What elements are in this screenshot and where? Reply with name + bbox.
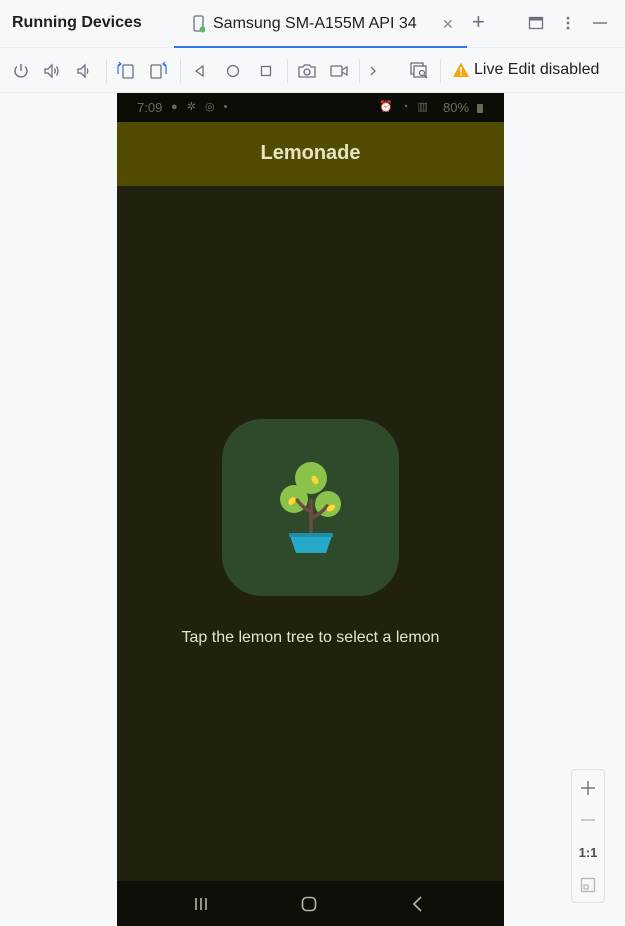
toolbar-divider (359, 59, 360, 83)
back-icon[interactable] (403, 889, 433, 919)
device-toolbar: Live Edit disabled (0, 49, 625, 93)
tool-window-header: Running Devices Samsung SM-A155M API 34 … (0, 0, 625, 48)
phone-icon (193, 15, 205, 33)
app-title: Lemonade (260, 142, 361, 164)
recents-icon[interactable] (186, 889, 216, 919)
battery-level: 80% (443, 100, 470, 115)
app-content: Tap the lemon tree to select a lemon (117, 186, 504, 881)
close-icon[interactable]: ✕ (442, 16, 454, 33)
rotate-right-icon[interactable] (147, 60, 169, 82)
zoom-out-icon[interactable] (572, 804, 604, 836)
volume-up-icon[interactable] (41, 60, 63, 82)
layout-inspector-icon[interactable] (408, 60, 430, 82)
status-bar: 7:09 ● ✲ ◎ • ⏰ ◔ ▥ 80% (117, 93, 504, 122)
lemon-tree-icon (279, 461, 341, 553)
zoom-in-icon[interactable] (572, 772, 604, 804)
back-icon[interactable] (189, 60, 211, 82)
panel-title: Running Devices (12, 14, 142, 31)
live-edit-label: Live Edit disabled (474, 61, 600, 78)
home-icon[interactable] (294, 889, 324, 919)
minimize-icon[interactable] (589, 12, 611, 34)
system-icons: ⏰ ◔ ▥ (379, 101, 431, 113)
power-icon[interactable] (10, 60, 32, 82)
notification-icons: ● ✲ ◎ • (171, 101, 231, 113)
toolbar-divider (180, 59, 181, 83)
zoom-fit-icon[interactable] (572, 869, 604, 901)
status-time: 7:09 (137, 100, 163, 115)
toolbar-divider (106, 59, 107, 83)
more-options-icon[interactable] (557, 12, 579, 34)
navigation-bar (117, 881, 504, 926)
restore-window-icon[interactable] (525, 12, 547, 34)
add-tab-icon[interactable]: + (472, 11, 485, 33)
battery-icon (477, 104, 483, 113)
device-screen[interactable]: 7:09 ● ✲ ◎ • ⏰ ◔ ▥ 80% Lemonade Tap the … (117, 93, 504, 926)
more-actions-icon[interactable] (362, 60, 384, 82)
rotate-left-icon[interactable] (115, 60, 137, 82)
zoom-actual-size-button[interactable]: 1:1 (572, 836, 604, 868)
tab-device[interactable]: Samsung SM-A155M API 34 ✕ (174, 0, 467, 48)
instruction-text: Tap the lemon tree to select a lemon (181, 629, 440, 646)
toolbar-divider (440, 59, 441, 83)
toolbar-divider (287, 59, 288, 83)
volume-down-icon[interactable] (72, 60, 94, 82)
zoom-controls: 1:1 (571, 769, 605, 903)
lemon-tree-button[interactable] (222, 419, 399, 596)
screenshot-icon[interactable] (296, 60, 318, 82)
overview-icon[interactable] (255, 60, 277, 82)
home-icon[interactable] (222, 60, 244, 82)
live-edit-status[interactable]: Live Edit disabled (452, 61, 599, 79)
app-bar: Lemonade (117, 122, 504, 186)
zoom-actual-size-label: 1:1 (578, 844, 598, 860)
tab-label: Samsung SM-A155M API 34 (213, 15, 417, 32)
screen-record-icon[interactable] (328, 60, 350, 82)
warning-icon (453, 62, 469, 77)
